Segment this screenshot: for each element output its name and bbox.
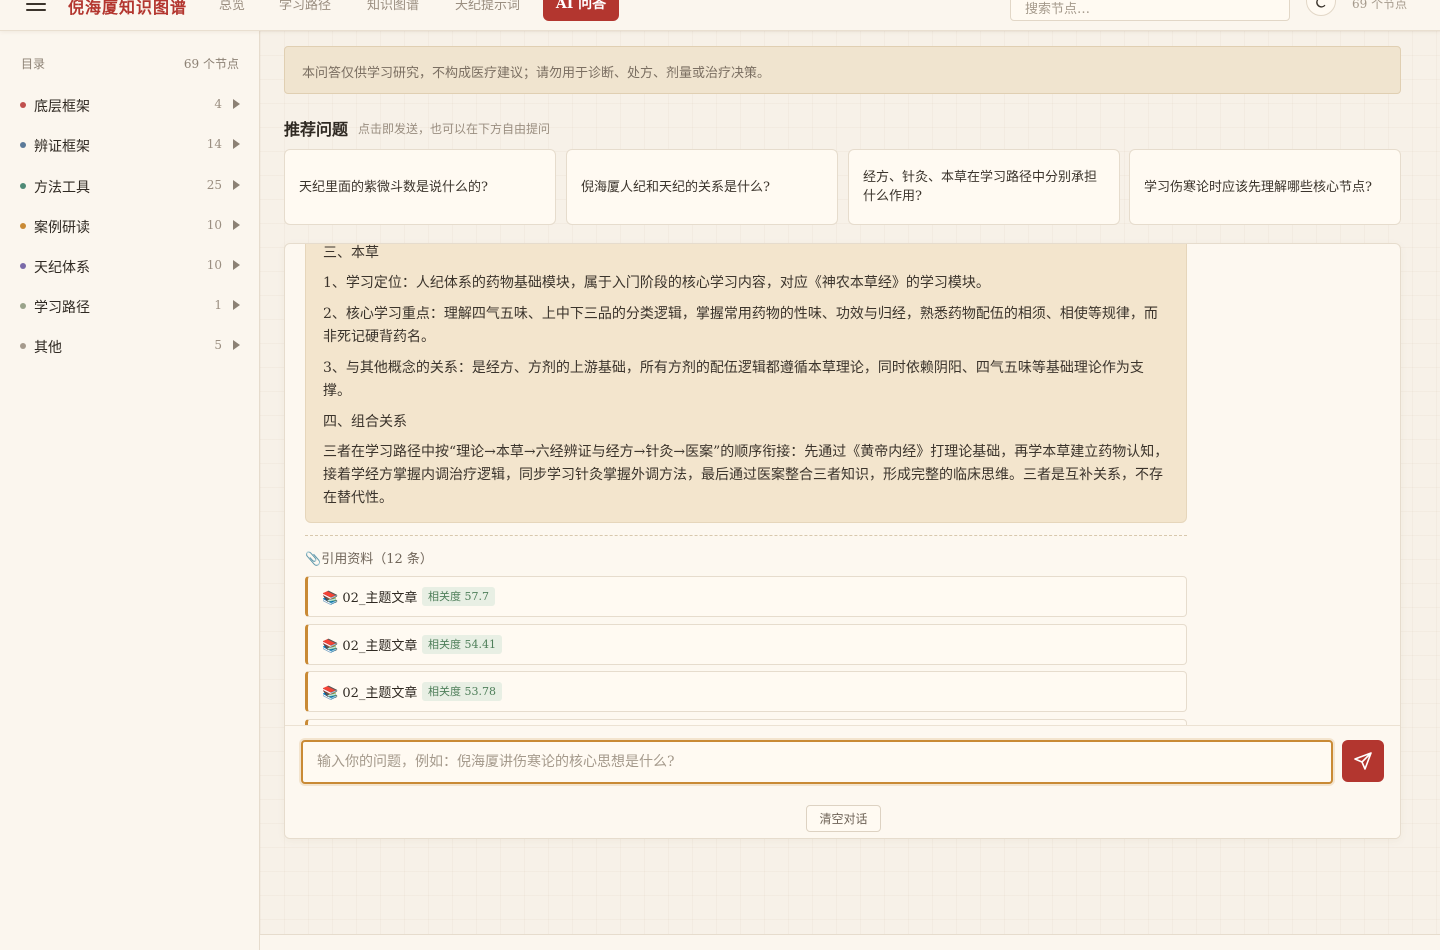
relevance-badge: 相关度 54.41 xyxy=(422,635,502,654)
sidebar-item[interactable]: 方法工具 25 xyxy=(20,175,242,199)
main-content: 本问答仅供学习研究，不构成医疗建议；请勿用于诊断、处方、剂量或治疗决策。 推荐问… xyxy=(260,31,1440,950)
toc-count: 69 个节点 xyxy=(183,57,239,71)
sidebar-item-count: 5 xyxy=(214,338,222,352)
reference-item[interactable]: 📚 02_主题文章 相关度 57.7 xyxy=(305,576,1187,617)
brand-title[interactable]: 倪海厦知识图谱 xyxy=(68,0,187,18)
answer-paragraph: 三者在学习路径中按“理论→本草→六经辨证与经方→针灸→医案”的顺序衔接：先通过《… xyxy=(323,444,1169,506)
sidebar-item-label: 辨证框架 xyxy=(34,139,90,155)
menu-icon[interactable] xyxy=(26,0,46,13)
category-dot-icon xyxy=(20,102,26,108)
sidebar-item-count: 10 xyxy=(206,258,222,272)
nav-ai-qa[interactable]: AI 问答 xyxy=(543,0,619,21)
top-bar: 倪海厦知识图谱 总览 学习路径 知识图谱 天纪提示词 AI 问答 69 个节点 xyxy=(0,0,1440,31)
category-dot-icon xyxy=(20,142,26,148)
expand-arrow-icon[interactable] xyxy=(233,220,240,230)
toc-title: 目录 xyxy=(21,57,46,71)
answer-paragraph: 2、核心学习重点：理解四气五味、上中下三品的分类逻辑，掌握常用药物的性味、功效与… xyxy=(323,306,1158,345)
nav-learning-path[interactable]: 学习路径 xyxy=(279,0,331,13)
references-title: 📎引用资料（12 条） xyxy=(305,552,433,567)
books-icon: 📚 xyxy=(322,686,339,701)
toc-header: 目录 69 个节点 xyxy=(21,55,239,72)
sidebar-item[interactable]: 天纪体系 10 xyxy=(20,255,242,279)
message-list[interactable]: 三、本草 1、学习定位：人纪体系的药物基础模块，属于入门阶段的核心学习内容，对应… xyxy=(285,244,1400,725)
footer xyxy=(260,934,1440,950)
sidebar-item-label: 天纪体系 xyxy=(34,260,90,276)
reference-title: 📚 02_主题文章 xyxy=(322,591,418,606)
expand-arrow-icon[interactable] xyxy=(233,99,240,109)
recommend-title: 推荐问题 xyxy=(284,120,349,139)
send-icon xyxy=(1354,752,1372,770)
sidebar: 目录 69 个节点 底层框架 4 辨证框架 14 方法工具 25 案例研读 10 天纪体系 10 学… xyxy=(0,31,260,950)
sidebar-item[interactable]: 其他 5 xyxy=(20,335,242,359)
answer-paragraph: 四、组合关系 xyxy=(323,414,407,430)
category-dot-icon xyxy=(20,183,26,189)
reference-item[interactable]: 📚 02_主题文章 相关度 54.41 xyxy=(305,624,1187,665)
recommend-card[interactable]: 学习伤寒论时应该先理解哪些核心节点? xyxy=(1129,149,1401,225)
category-dot-icon xyxy=(20,343,26,349)
search-input[interactable] xyxy=(1010,0,1290,21)
recommend-card[interactable]: 经方、针灸、本草在学习路径中分别承担什么作用? xyxy=(848,149,1120,225)
expand-arrow-icon[interactable] xyxy=(233,139,240,149)
nav-knowledge-graph[interactable]: 知识图谱 xyxy=(367,0,419,13)
reference-item[interactable]: 📚 02_主题文章 相关度 53.78 xyxy=(305,671,1187,712)
sidebar-item[interactable]: 底层框架 4 xyxy=(20,94,242,118)
sidebar-item-label: 案例研读 xyxy=(34,220,90,236)
recommend-card[interactable]: 天纪里面的紫微斗数是说什么的? xyxy=(284,149,556,225)
sidebar-item[interactable]: 辨证框架 14 xyxy=(20,134,242,158)
sidebar-item-label: 学习路径 xyxy=(34,300,90,316)
sidebar-item-count: 1 xyxy=(214,298,222,312)
relevance-badge: 相关度 57.7 xyxy=(422,587,495,606)
relevance-badge: 相关度 53.78 xyxy=(422,682,502,701)
nav-tianji-prompts[interactable]: 天纪提示词 xyxy=(455,0,520,13)
expand-arrow-icon[interactable] xyxy=(233,300,240,310)
reference-title: 📚 02_主题文章 xyxy=(322,639,418,654)
sidebar-item[interactable]: 学习路径 1 xyxy=(20,295,242,319)
clear-chat-button[interactable]: 清空对话 xyxy=(806,805,881,832)
sidebar-item-count: 25 xyxy=(206,178,222,192)
input-bar: 清空对话 xyxy=(285,725,1400,838)
category-dot-icon xyxy=(20,303,26,309)
sidebar-item-label: 其他 xyxy=(34,340,62,356)
divider xyxy=(305,535,1187,536)
question-input[interactable] xyxy=(301,740,1333,784)
paperclip-icon: 📎 xyxy=(305,552,322,567)
node-count: 69 个节点 xyxy=(1352,0,1408,11)
answer-paragraph: 1、学习定位：人纪体系的药物基础模块，属于入门阶段的核心学习内容，对应《神农本草… xyxy=(323,275,990,291)
sidebar-item-count: 14 xyxy=(206,137,222,151)
category-dot-icon xyxy=(20,223,26,229)
expand-arrow-icon[interactable] xyxy=(233,260,240,270)
expand-arrow-icon[interactable] xyxy=(233,340,240,350)
sidebar-item[interactable]: 案例研读 10 xyxy=(20,215,242,239)
chat-panel: 三、本草 1、学习定位：人纪体系的药物基础模块，属于入门阶段的核心学习内容，对应… xyxy=(284,243,1401,839)
reference-title: 📚 02_主题文章 xyxy=(322,686,418,701)
sidebar-item-label: 方法工具 xyxy=(34,180,90,196)
assistant-answer: 三、本草 1、学习定位：人纪体系的药物基础模块，属于入门阶段的核心学习内容，对应… xyxy=(305,244,1187,523)
sidebar-item-count: 4 xyxy=(214,97,222,111)
moon-icon xyxy=(1316,0,1326,8)
send-button[interactable] xyxy=(1342,740,1384,782)
recommend-card[interactable]: 倪海厦人纪和天纪的关系是什么? xyxy=(566,149,838,225)
category-dot-icon xyxy=(20,263,26,269)
disclaimer-banner: 本问答仅供学习研究，不构成医疗建议；请勿用于诊断、处方、剂量或治疗决策。 xyxy=(284,46,1401,94)
recommend-hint: 点击即发送，也可以在下方自由提问 xyxy=(358,122,551,136)
answer-paragraph: 三、本草 xyxy=(323,245,379,261)
nav-overview[interactable]: 总览 xyxy=(219,0,245,13)
books-icon: 📚 xyxy=(322,639,339,654)
theme-toggle-button[interactable] xyxy=(1306,0,1336,16)
sidebar-item-count: 10 xyxy=(206,218,222,232)
answer-paragraph: 3、与其他概念的关系：是经方、方剂的上游基础，所有方剂的配伍逻辑都遵循本草理论，… xyxy=(323,360,1144,399)
sidebar-item-label: 底层框架 xyxy=(34,99,90,115)
books-icon: 📚 xyxy=(322,591,339,606)
expand-arrow-icon[interactable] xyxy=(233,180,240,190)
